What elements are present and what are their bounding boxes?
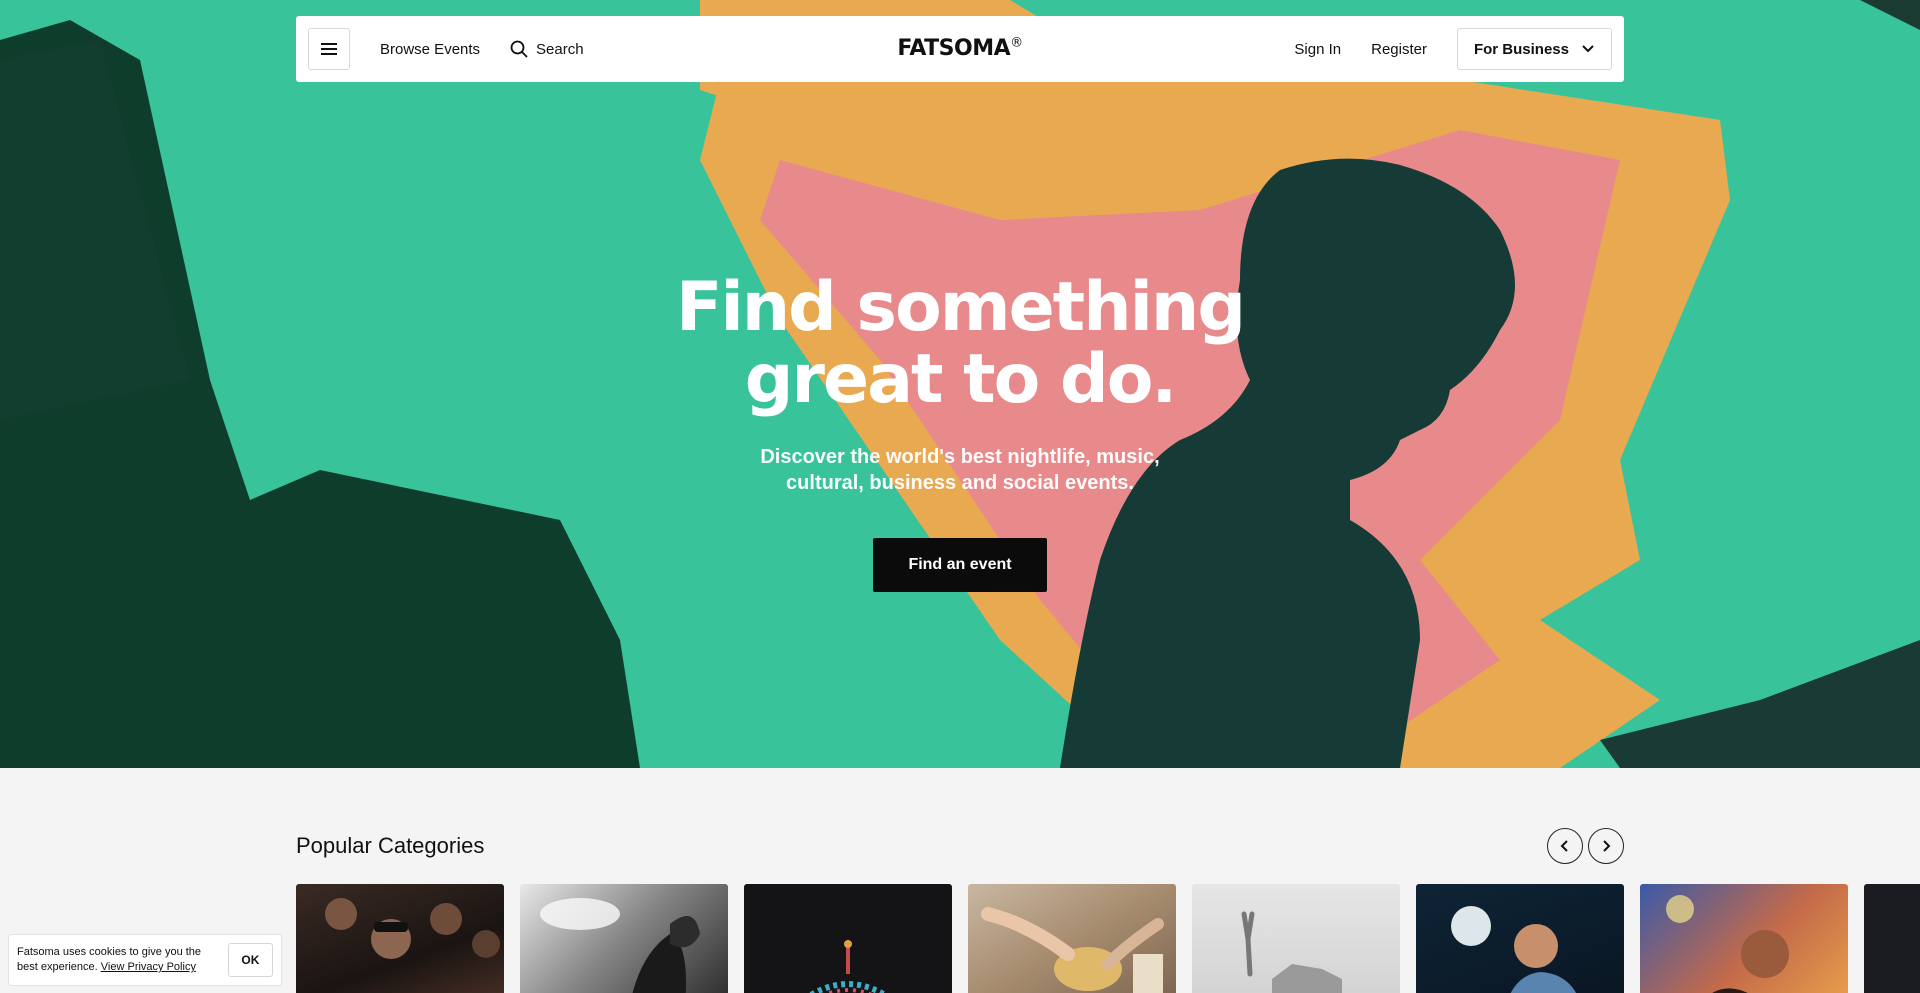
- category-card[interactable]: [744, 884, 952, 993]
- category-image: [1241, 911, 1342, 993]
- search-button[interactable]: Search: [510, 40, 584, 58]
- privacy-policy-link[interactable]: View Privacy Policy: [101, 961, 196, 973]
- category-card[interactable]: [520, 884, 728, 993]
- category-card[interactable]: [1416, 884, 1624, 993]
- hero-title-line-2: great to do.: [744, 340, 1178, 419]
- category-card[interactable]: [1192, 884, 1400, 993]
- chevron-left-icon: [1560, 840, 1568, 852]
- category-image: [1451, 906, 1576, 993]
- category-card[interactable]: [296, 884, 504, 993]
- cookie-banner: Fatsoma uses cookies to give you the bes…: [8, 934, 282, 986]
- fatsoma-logo[interactable]: FATSOMA®: [897, 36, 1023, 62]
- search-icon: [510, 40, 528, 58]
- category-card[interactable]: [968, 884, 1176, 993]
- chevron-right-icon: [1603, 840, 1611, 852]
- hero-subtitle-line-2: cultural, business and social events.: [786, 472, 1134, 494]
- nav-right: Sign In Register For Business: [1294, 28, 1612, 70]
- category-image: [981, 907, 1164, 993]
- logo-registered-mark: ®: [1010, 36, 1023, 51]
- hero-content: Find something great to do. Discover the…: [0, 272, 1920, 592]
- category-image: [1666, 895, 1789, 993]
- hero-banner: Find something great to do. Discover the…: [0, 0, 1920, 768]
- menu-button[interactable]: [308, 28, 350, 70]
- popular-categories-title: Popular Categories: [296, 833, 485, 858]
- hamburger-icon: [321, 40, 337, 58]
- category-card-partial[interactable]: [1864, 884, 1920, 993]
- category-image: [540, 898, 700, 993]
- hero-subtitle: Discover the world's best nightlife, mus…: [0, 444, 1920, 496]
- cookie-message: Fatsoma uses cookies to give you the bes…: [17, 945, 214, 975]
- hero-subtitle-line-1: Discover the world's best nightlife, mus…: [760, 446, 1160, 468]
- logo-text: FATSOMA: [897, 36, 1011, 62]
- hero-title: Find something great to do.: [0, 272, 1920, 416]
- sign-in-link[interactable]: Sign In: [1294, 41, 1341, 58]
- top-navigation: Browse Events Search FATSOMA® Sign In Re…: [296, 16, 1624, 82]
- carousel-next-button[interactable]: [1588, 828, 1624, 864]
- search-label: Search: [536, 40, 584, 58]
- category-image: [325, 898, 500, 959]
- register-link[interactable]: Register: [1371, 41, 1427, 58]
- browse-events-link[interactable]: Browse Events: [380, 41, 480, 58]
- category-image: [808, 940, 888, 993]
- category-card[interactable]: [1640, 884, 1848, 993]
- hero-title-line-1: Find something: [676, 268, 1246, 347]
- chevron-down-icon: [1582, 45, 1594, 53]
- find-event-button[interactable]: Find an event: [873, 538, 1047, 592]
- cookie-ok-button[interactable]: OK: [227, 943, 273, 977]
- for-business-dropdown[interactable]: For Business: [1456, 28, 1612, 70]
- carousel-prev-button[interactable]: [1547, 828, 1583, 864]
- for-business-label: For Business: [1473, 40, 1569, 58]
